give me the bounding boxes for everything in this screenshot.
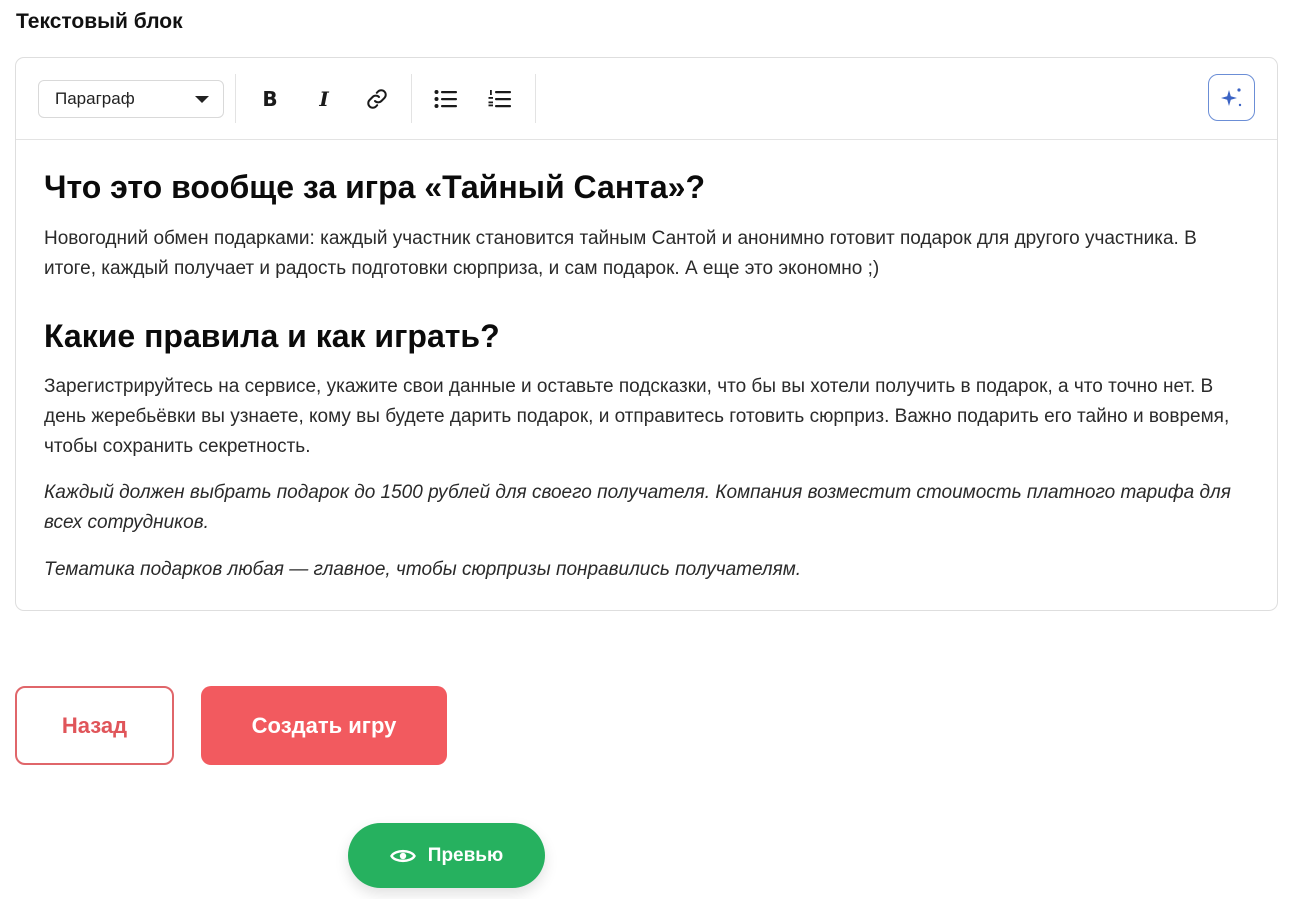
create-game-button[interactable]: Создать игру [201, 686, 447, 765]
back-button[interactable]: Назад [15, 686, 174, 765]
eye-icon [389, 849, 416, 862]
content-paragraph: Новогодний обмен подарками: каждый участ… [44, 228, 1197, 279]
content-paragraph: Зарегистрируйтесь на сервисе, укажите св… [44, 376, 1230, 457]
numbered-list-button[interactable] [482, 81, 518, 117]
content-paragraph-italic: Тематика подарков любая — главное, чтобы… [44, 559, 802, 580]
chevron-down-icon [195, 96, 209, 103]
link-icon [367, 89, 387, 109]
editor-toolbar: Параграф B I [16, 58, 1277, 140]
preview-button[interactable]: Превью [348, 823, 545, 888]
block-type-select[interactable]: Параграф [38, 80, 224, 118]
bullet-list-button[interactable] [428, 81, 464, 117]
content-paragraph-italic: Каждый должен выбрать подарок до 1500 ру… [44, 482, 1231, 533]
rich-text-editor[interactable]: Параграф B I Что это вообще за игра «Тай… [15, 57, 1278, 611]
bullet-list-icon [434, 90, 457, 108]
bold-button[interactable]: B [252, 81, 288, 117]
toolbar-divider [411, 74, 412, 123]
sparkle-icon [1220, 87, 1241, 106]
preview-label: Превью [427, 844, 504, 866]
toolbar-divider [235, 74, 236, 123]
link-button[interactable] [359, 81, 395, 117]
block-type-value: Параграф [55, 89, 135, 108]
numbered-list-icon [488, 90, 511, 108]
section-title: Текстовый блок [16, 10, 183, 33]
italic-button[interactable]: I [306, 81, 342, 117]
content-heading: Какие правила и как играть? [44, 318, 500, 354]
content-heading: Что это вообще за игра «Тайный Санта»? [44, 169, 705, 205]
toolbar-divider [535, 74, 536, 123]
ai-assistant-button[interactable] [1208, 74, 1255, 121]
